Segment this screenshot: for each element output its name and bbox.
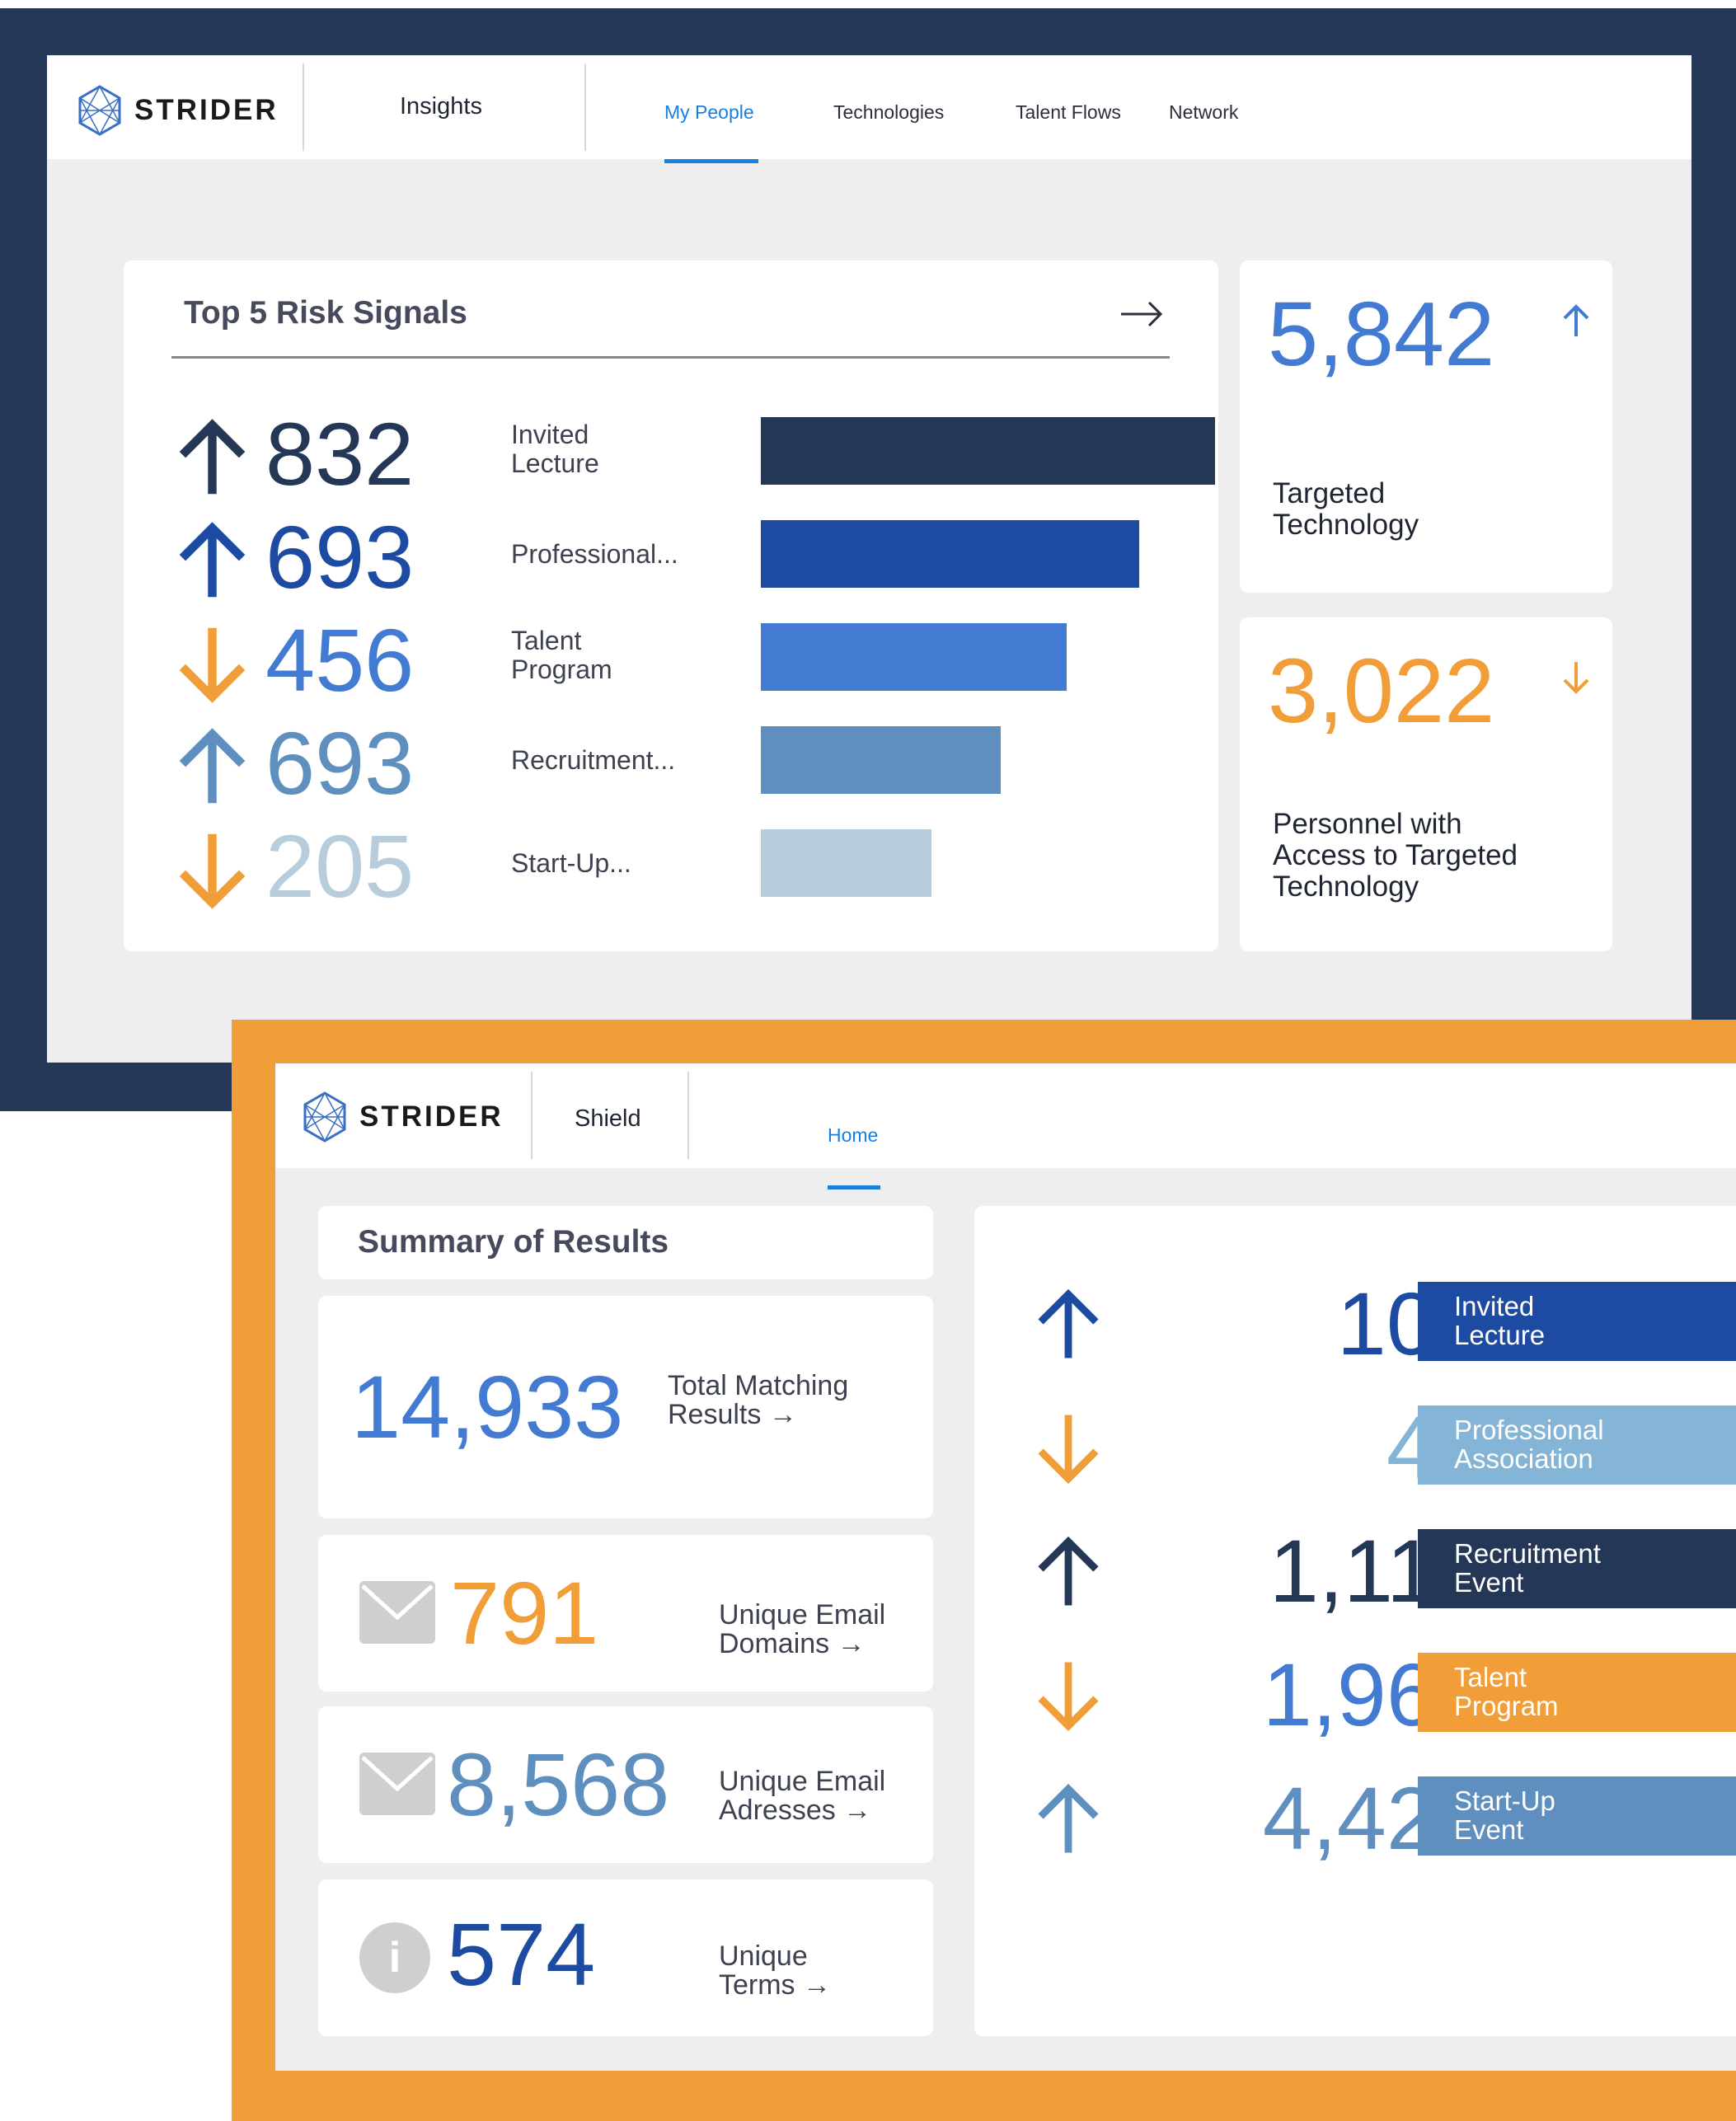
summary-label: Unique Email Adresses → [719, 1766, 886, 1826]
topbar-divider [584, 63, 586, 151]
app-name: Insights [400, 93, 482, 120]
tab-home[interactable]: Home [828, 1124, 878, 1147]
trend-up-icon [179, 419, 246, 495]
risk-signal-value: 693 [265, 507, 415, 607]
strider-logo-icon [303, 1091, 346, 1143]
summary-value: 791 [450, 1563, 599, 1663]
shield-topbar: STRIDER Shield Home [275, 1063, 1736, 1190]
trend-up-icon [1563, 304, 1589, 336]
strider-logo[interactable]: STRIDER [77, 85, 279, 136]
summary-value: 14,933 [351, 1357, 624, 1457]
trend-up-icon [1038, 1536, 1099, 1606]
kpi-card-personnel-access[interactable]: 3,022 Personnel with Access to Targeted … [1240, 617, 1612, 951]
trend-down-icon [179, 833, 246, 909]
signals-card: 101Invited Lecture 46Professional Associa… [974, 1206, 1736, 2036]
risk-signal-row[interactable]: 832 Invited Lecture [173, 404, 1245, 504]
signal-tag: Start-Up Event [1418, 1776, 1736, 1856]
app-name: Shield [575, 1105, 641, 1132]
info-icon: i [359, 1922, 430, 1993]
active-tab-indicator [664, 159, 758, 163]
kpi-value: 3,022 [1268, 641, 1495, 742]
signal-row[interactable]: 4,420 Start-Up Event [974, 1773, 1736, 1864]
logo-text: STRIDER [134, 94, 279, 126]
risk-signal-row[interactable]: 693 Recruitment... [173, 713, 1245, 813]
risk-signal-value: 693 [265, 713, 415, 813]
strider-logo[interactable]: STRIDER [302, 1091, 504, 1143]
insights-topbar: STRIDER Insights My People Technologies … [47, 55, 1691, 163]
risk-signal-value: 205 [265, 816, 415, 916]
risk-signal-label: Invited Lecture [511, 420, 599, 478]
risk-signals-card: Top 5 Risk Signals 832 Invited Lecture 693… [124, 260, 1218, 951]
trend-down-icon [1038, 1415, 1099, 1485]
signal-tag: Talent Program [1418, 1653, 1736, 1732]
signal-row[interactable]: 1,968 Talent Program [974, 1649, 1736, 1740]
tab-technologies[interactable]: Technologies [833, 101, 944, 124]
tab-talent-flows[interactable]: Talent Flows [1016, 101, 1121, 124]
summary-card-email-domains[interactable]: 791 Unique Email Domains → [318, 1535, 933, 1692]
card-title: Top 5 Risk Signals [184, 295, 467, 331]
arrow-right-icon[interactable] [1119, 300, 1164, 328]
trend-up-icon [179, 522, 246, 598]
tab-network[interactable]: Network [1169, 101, 1238, 124]
kpi-label: Targeted Technology [1273, 477, 1419, 541]
trend-up-icon [179, 728, 246, 804]
trend-up-icon [1038, 1783, 1099, 1853]
topbar-divider [687, 1072, 689, 1159]
risk-signal-label: Talent Program [511, 626, 612, 684]
strider-logo-icon [78, 85, 121, 136]
card-title: Summary of Results [358, 1224, 669, 1260]
trend-down-icon [179, 627, 246, 703]
signal-row[interactable]: 46Professional Association [974, 1402, 1736, 1493]
risk-signal-row[interactable]: 205 Start-Up... [173, 816, 1245, 916]
insights-window: STRIDER Insights My People Technologies … [47, 55, 1691, 1063]
signal-tag: Professional Association [1418, 1405, 1736, 1485]
risk-signal-bar [761, 520, 1139, 588]
summary-title-card: Summary of Results [318, 1206, 933, 1279]
risk-signal-value: 456 [265, 610, 415, 710]
title-divider [171, 356, 1170, 359]
trend-up-icon [1038, 1288, 1099, 1358]
shield-window: STRIDER Shield Home Summary of Results 1… [275, 1063, 1736, 2071]
summary-value: 574 [447, 1904, 596, 2004]
envelope-icon [359, 1581, 435, 1644]
summary-label: Unique Terms → [719, 1940, 831, 2001]
summary-card-total-matching[interactable]: 14,933 Total Matching Results → [318, 1296, 933, 1518]
risk-signal-bar [761, 726, 1001, 794]
kpi-card-targeted-technology[interactable]: 5,842 Targeted Technology [1240, 260, 1612, 593]
topbar-divider [531, 1072, 533, 1159]
signal-row[interactable]: 1,113 Recruitment Event [974, 1526, 1736, 1617]
trend-down-icon [1038, 1662, 1099, 1732]
logo-text: STRIDER [359, 1100, 504, 1133]
envelope-icon [359, 1753, 435, 1815]
risk-signal-bar [761, 829, 931, 897]
kpi-label: Personnel with Access to Targeted Techno… [1273, 808, 1518, 903]
topbar-divider [303, 63, 304, 151]
summary-card-unique-terms[interactable]: i 574 Unique Terms → [318, 1879, 933, 2036]
summary-value: 8,568 [447, 1734, 670, 1834]
risk-signal-bar [761, 623, 1067, 691]
risk-signal-label: Professional... [511, 539, 678, 569]
summary-card-email-addresses[interactable]: 8,568 Unique Email Adresses → [318, 1706, 933, 1863]
risk-signal-row[interactable]: 693 Professional... [173, 507, 1245, 607]
risk-signal-value: 832 [265, 404, 415, 504]
kpi-value: 5,842 [1268, 284, 1495, 385]
risk-signal-label: Recruitment... [511, 745, 676, 775]
signal-row[interactable]: 101 Invited Lecture [974, 1279, 1736, 1369]
signal-tag: Invited Lecture [1418, 1282, 1736, 1361]
active-tab-indicator [828, 1185, 880, 1190]
summary-label: Total Matching Results → [668, 1370, 849, 1430]
risk-signal-label: Start-Up... [511, 848, 631, 878]
risk-signal-row[interactable]: 456 Talent Program [173, 610, 1245, 710]
tab-my-people[interactable]: My People [664, 101, 754, 124]
trend-down-icon [1563, 662, 1589, 694]
signal-tag: Recruitment Event [1418, 1529, 1736, 1608]
risk-signal-bar [761, 417, 1215, 485]
summary-label: Unique Email Domains → [719, 1599, 886, 1659]
